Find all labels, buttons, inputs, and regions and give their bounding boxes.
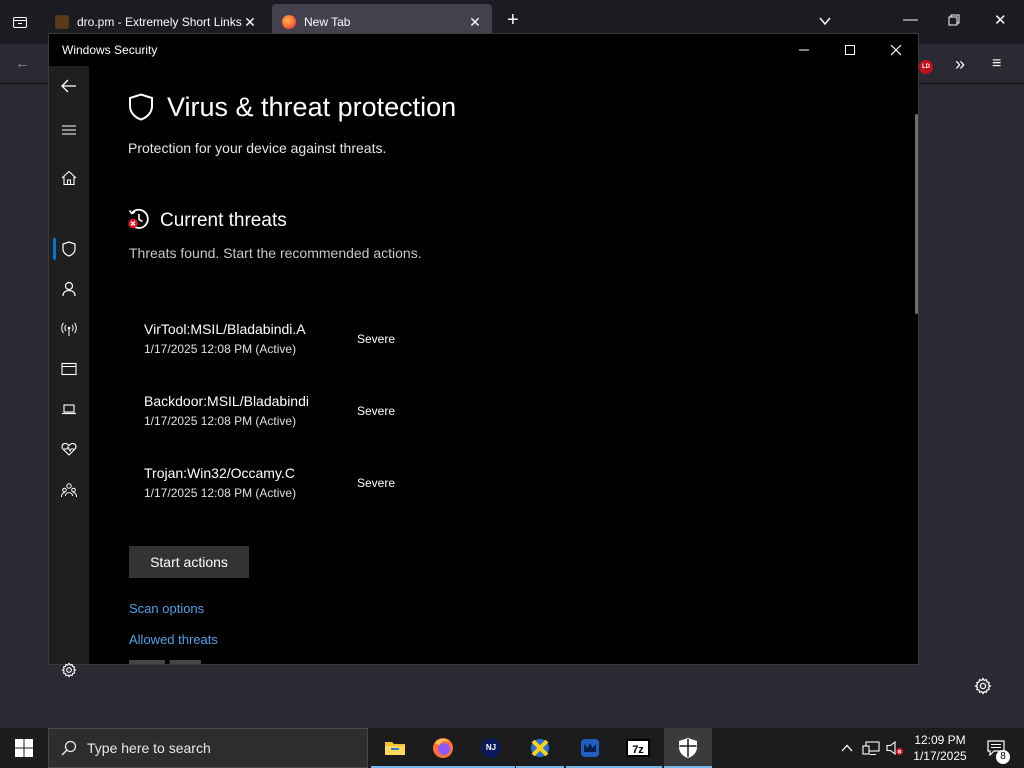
close-tab-icon[interactable]: ✕ [468,14,482,31]
threat-name: VirTool:MSIL/Bladabindi.A [144,321,306,337]
page-subtitle: Protection for your device against threa… [128,140,387,156]
njrat-label: NJ [481,738,501,758]
threat-item[interactable]: Backdoor:MSIL/Bladabindi 1/17/2025 12:08… [144,393,309,428]
search-icon [61,740,77,756]
7zip-label: 7z [626,739,650,757]
close-tab-icon[interactable]: ✕ [243,14,257,31]
gear-icon[interactable] [49,650,89,690]
list-all-tabs-icon[interactable] [818,14,832,32]
page-title: Virus & threat protection [167,92,457,122]
section-description: Threats found. Start the recommended act… [129,245,422,261]
ws-nav-rail [49,66,89,678]
start-button[interactable] [0,728,48,768]
app-menu-icon[interactable]: ≡ [992,56,1001,72]
threat-severity: Severe [357,332,396,346]
threat-time: 1/17/2025 12:08 PM (Active) [144,342,297,356]
ublock-badge: LD [919,60,933,74]
windows-security-window: Windows Security Virus & threat protecti… [48,33,919,678]
tab-title: dro.pm - Extremely Short Links [77,15,242,29]
tray-clock[interactable]: 12:09 PM 1/17/2025 [910,732,970,764]
scan-options-link[interactable]: Scan options [129,601,204,616]
new-tab-icon[interactable]: + [507,10,519,30]
hamburger-icon[interactable] [49,110,89,150]
ws-maximize-button[interactable] [827,34,873,66]
show-hidden-icons-icon[interactable] [838,728,856,768]
vertical-scrollbar[interactable] [915,114,918,314]
windows-logo-icon [15,739,33,757]
taskbar-search-box[interactable]: Type here to search [48,728,368,768]
page-shield-icon [129,93,153,121]
threat-severity: Severe [357,476,396,490]
njrat-taskbar-icon[interactable]: NJ [467,728,515,768]
overflow-menu-icon[interactable]: » [955,55,965,73]
ublock-extension-icon[interactable]: LD [919,56,933,74]
ws-main-content: Virus & threat protection Protection for… [89,66,918,664]
allowed-threats-link[interactable]: Allowed threats [129,632,218,647]
notification-count-badge: 8 [996,750,1010,764]
shield-icon[interactable] [49,229,89,269]
ws-titlebar[interactable]: Windows Security [49,34,918,66]
firefox-taskbar-icon[interactable] [419,728,467,768]
wireless-icon[interactable] [49,309,89,349]
person-icon[interactable] [49,269,89,309]
section-title: Current threats [160,210,287,231]
dropm-favicon-icon [55,15,69,29]
minimize-browser-icon[interactable]: — [903,12,918,28]
heart-pulse-icon[interactable] [49,429,89,469]
firefox-favicon-icon [282,15,296,29]
threat-item[interactable]: VirTool:MSIL/Bladabindi.A 1/17/2025 12:0… [144,321,306,356]
taskbar: Type here to search NJ 7z 12:09 PM 1/17/… [0,728,1024,768]
tool-x-taskbar-icon[interactable] [516,728,564,768]
clock-date: 1/17/2025 [913,749,967,763]
threat-name: Backdoor:MSIL/Bladabindi [144,393,309,409]
family-icon[interactable] [49,470,89,510]
windows-security-taskbar-icon[interactable] [664,728,712,768]
ws-minimize-button[interactable] [781,34,827,66]
restore-browser-icon[interactable] [948,14,960,30]
newtab-settings-gear-icon[interactable] [974,677,992,699]
threat-name: Trojan:Win32/Occamy.C [144,465,295,481]
threat-time: 1/17/2025 12:08 PM (Active) [144,486,297,500]
threat-item[interactable]: Trojan:Win32/Occamy.C 1/17/2025 12:08 PM… [144,465,296,500]
app-browser-icon[interactable] [49,349,89,389]
home-icon[interactable] [49,158,89,198]
browser-back-icon[interactable]: ← [15,56,30,72]
start-actions-button[interactable]: Start actions [129,546,249,578]
window-title: Windows Security [62,43,158,57]
tool-crown-taskbar-icon[interactable] [566,728,614,768]
7zip-taskbar-icon[interactable]: 7z [614,728,662,768]
threat-severity: Severe [357,404,396,418]
search-placeholder: Type here to search [87,740,211,756]
tab-title: New Tab [304,15,351,29]
laptop-icon[interactable] [49,389,89,429]
ws-close-button[interactable] [873,34,919,66]
notifications-icon[interactable]: 8 [978,728,1014,768]
volume-muted-icon[interactable] [884,728,906,768]
network-icon[interactable] [860,728,882,768]
partially-hidden-link[interactable] [129,660,219,664]
tab-list-icon[interactable] [12,14,28,34]
file-explorer-taskbar-icon[interactable] [371,728,419,768]
back-arrow-icon[interactable] [49,66,89,106]
close-browser-icon[interactable]: ✕ [994,13,1007,29]
threat-time: 1/17/2025 12:08 PM (Active) [144,414,297,428]
clock-time: 12:09 PM [914,733,966,747]
current-threats-icon [128,208,149,229]
